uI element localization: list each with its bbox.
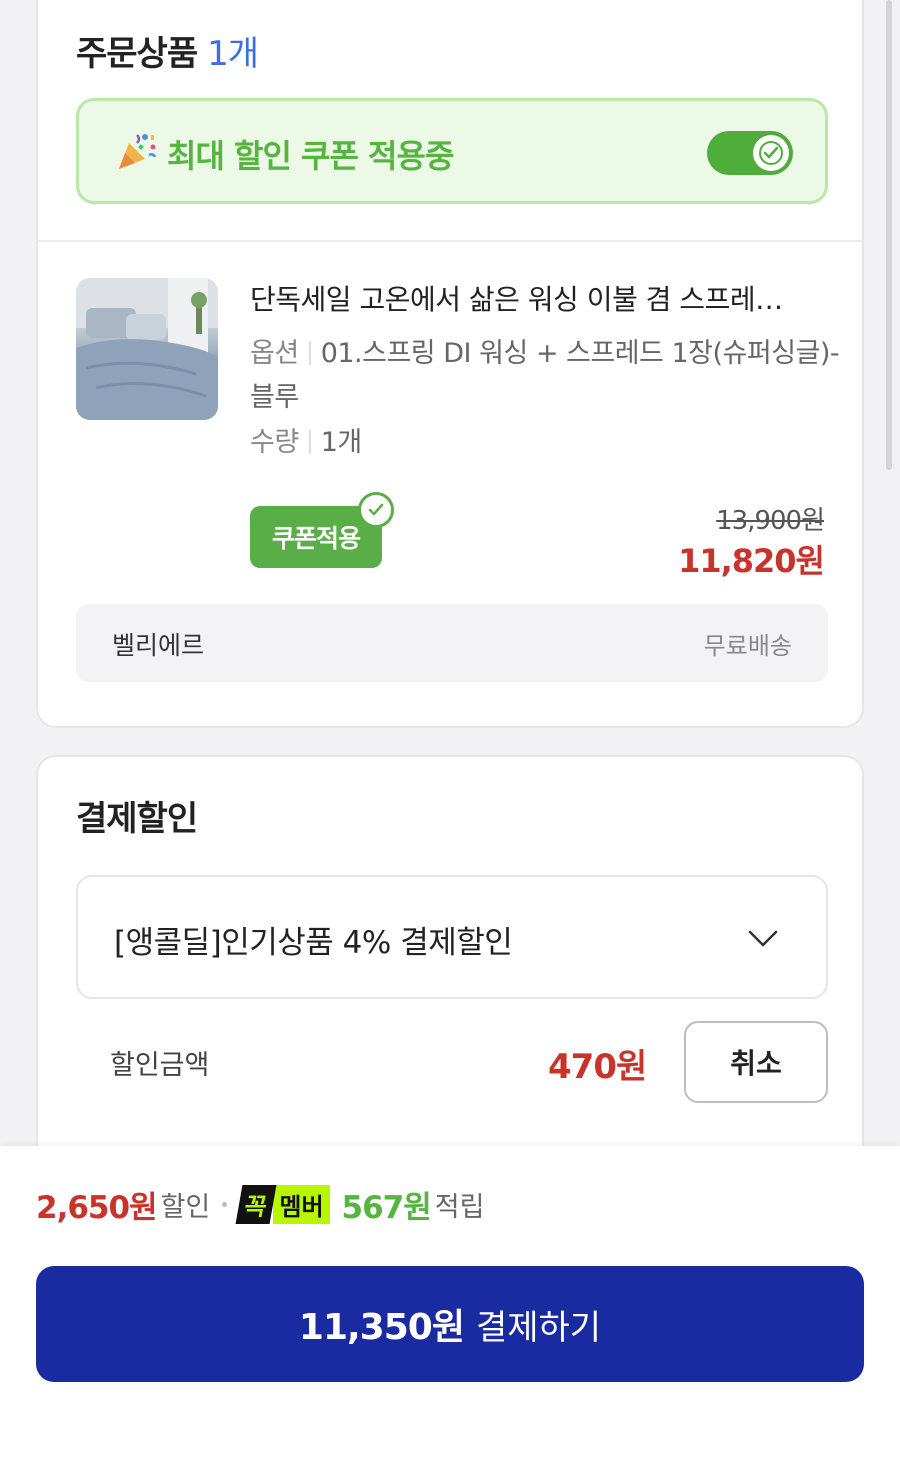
toggle-knob xyxy=(753,135,789,171)
separator xyxy=(308,430,311,454)
pay-button[interactable]: 11,350원 결제하기 xyxy=(36,1266,864,1382)
coupon-toggle[interactable] xyxy=(707,131,793,175)
party-popper-icon xyxy=(119,134,157,169)
coupon-banner-text: 최대 할인 쿠폰 적용중 xyxy=(167,137,454,175)
reward-points-label: 적립 xyxy=(434,1191,485,1223)
discount-select-value: [앵콜딜]인기상품 4% 결제할인 xyxy=(114,925,513,961)
product-option: 옵션 01.스프링 DI 워싱 + 스프레드 1장(슈퍼싱글)-블루 xyxy=(250,332,840,420)
order-title: 주문상품 1개 xyxy=(76,26,259,75)
order-count: 1개 xyxy=(207,34,259,74)
pay-label: 결제하기 xyxy=(475,1307,602,1348)
quantity-value: 1개 xyxy=(320,427,363,458)
payment-discount-card: 결제할인 [앵콜딜]인기상품 4% 결제할인 할인금액 470원 취소 xyxy=(36,755,864,1175)
checkout-summary: 2,650원 할인 꼭 멤버 567원 적립 xyxy=(36,1184,485,1226)
order-items-card: 주문상품 1개 최대 할인 쿠폰 적용중 단독세일 고온에서 삶은 워싱 이불 … xyxy=(36,0,864,728)
cancel-discount-button[interactable]: 취소 xyxy=(684,1021,828,1103)
dot-separator xyxy=(222,1201,228,1207)
total-discount-label: 할인 xyxy=(160,1191,211,1223)
chevron-down-icon xyxy=(748,930,778,947)
check-icon xyxy=(759,141,783,165)
payment-discount-title: 결제할인 xyxy=(76,799,198,839)
divider xyxy=(38,240,862,242)
checkout-bar: 2,650원 할인 꼭 멤버 567원 적립 11,350원 결제하기 xyxy=(0,1146,900,1476)
product-thumbnail[interactable] xyxy=(76,278,218,420)
scrollbar[interactable] xyxy=(886,0,892,470)
quantity-label: 수량 xyxy=(250,427,299,458)
pay-amount: 11,350원 xyxy=(298,1307,465,1348)
product-image xyxy=(76,278,218,420)
seller-info: 벨리에르 무료배송 xyxy=(76,604,828,682)
original-price: 13,900원 xyxy=(716,506,825,536)
product-quantity: 수량 1개 xyxy=(250,420,362,459)
member-logo-mark: 꼭 xyxy=(235,1184,277,1224)
seller-name[interactable]: 벨리에르 xyxy=(112,626,204,662)
discount-amount-label: 할인금액 xyxy=(110,1050,210,1081)
product-name[interactable]: 단독세일 고온에서 삶은 워싱 이불 겸 스프레… xyxy=(250,278,830,318)
discount-amount: 470원 xyxy=(548,1047,647,1087)
coupon-banner: 최대 할인 쿠폰 적용중 xyxy=(76,98,828,204)
option-value: 01.스프링 DI 워싱 + 스프레드 1장(슈퍼싱글)-블루 xyxy=(250,338,840,413)
badge-check-icon xyxy=(358,492,394,528)
discount-select[interactable]: [앵콜딜]인기상품 4% 결제할인 xyxy=(76,875,828,999)
reward-points: 567원 xyxy=(341,1189,432,1226)
member-logo-text: 멤버 xyxy=(273,1184,330,1224)
shipping-info: 무료배송 xyxy=(703,632,792,660)
member-logo: 꼭 멤버 xyxy=(235,1184,330,1224)
separator xyxy=(308,341,311,365)
total-discount: 2,650원 xyxy=(36,1189,158,1226)
order-title-text: 주문상품 xyxy=(76,34,198,74)
sale-price: 11,820원 xyxy=(678,542,825,580)
option-label: 옵션 xyxy=(250,338,299,369)
